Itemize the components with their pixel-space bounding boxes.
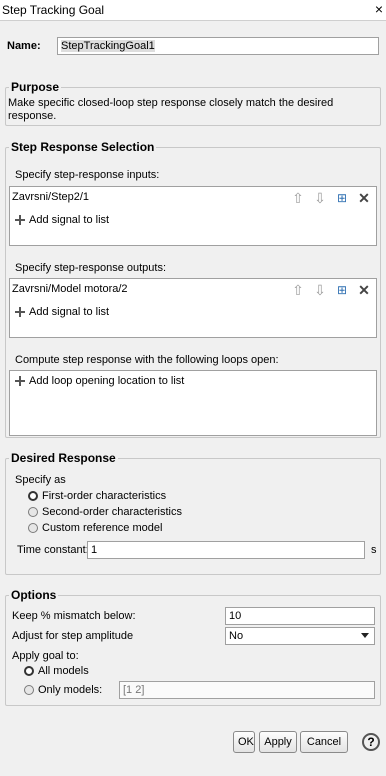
arrow-down-icon[interactable]: ⇩ [312, 282, 328, 298]
desired-response-group: Desired Response Specify as First-order … [5, 451, 381, 575]
arrow-up-icon[interactable]: ⇧ [290, 282, 306, 298]
purpose-text: Make specific closed-loop step response … [8, 97, 334, 122]
mismatch-label: Keep % mismatch below: [12, 610, 136, 622]
arrow-down-icon[interactable]: ⇩ [312, 190, 328, 206]
second-order-label: Second-order characteristics [42, 506, 183, 518]
cancel-button[interactable]: Cancel [300, 731, 348, 753]
list-item[interactable]: Zavrsni/Step2/1 [12, 191, 89, 203]
plus-icon [14, 375, 26, 387]
radio-second-order[interactable]: Second-order characteristics [28, 506, 182, 518]
radio-icon [28, 507, 38, 517]
time-constant-label: Time constant: [17, 544, 89, 556]
window-title: Step Tracking Goal [2, 3, 105, 17]
ok-button[interactable]: OK [233, 731, 255, 753]
inputs-list[interactable]: Zavrsni/Step2/1 ⇧ ⇩ ⊞ ✕ Add signal to li… [9, 186, 377, 246]
add-signal-label: Add signal to list [29, 214, 110, 226]
close-icon[interactable]: × [375, 1, 383, 17]
adjust-amplitude-label: Adjust for step amplitude [12, 630, 134, 642]
name-input[interactable]: StepTrackingGoal1 [57, 37, 379, 55]
purpose-legend: Purpose [11, 80, 60, 94]
add-loop-button[interactable]: Add loop opening location to list [14, 375, 184, 387]
plus-icon [14, 306, 26, 318]
add-signal-button[interactable]: Add signal to list [14, 214, 109, 226]
radio-selected-icon [24, 666, 34, 676]
name-label: Name: [7, 40, 41, 52]
purpose-group: Purpose Make specific closed-loop step r… [5, 80, 381, 126]
radio-first-order[interactable]: First-order characteristics [28, 490, 166, 502]
options-group: Options Keep % mismatch below: 10 Adjust… [5, 588, 381, 706]
all-models-label: All models [38, 665, 89, 677]
radio-all-models[interactable]: All models [24, 665, 89, 677]
arrow-up-icon[interactable]: ⇧ [290, 190, 306, 206]
delete-icon[interactable]: ✕ [356, 190, 372, 206]
step-response-selection-group: Step Response Selection Specify step-res… [5, 140, 381, 438]
outputs-list[interactable]: Zavrsni/Model motora/2 ⇧ ⇩ ⊞ ✕ Add signa… [9, 278, 377, 338]
radio-icon [24, 685, 34, 695]
options-legend: Options [11, 588, 57, 602]
adjust-amplitude-value: No [229, 630, 244, 642]
outputs-label: Specify step-response outputs: [15, 262, 167, 274]
radio-selected-icon [28, 491, 38, 501]
help-icon[interactable]: ? [362, 733, 380, 751]
only-models-input[interactable]: [1 2] [119, 681, 375, 699]
radio-icon [28, 523, 38, 533]
custom-reference-label: Custom reference model [42, 522, 163, 534]
chevron-down-icon [361, 633, 369, 638]
only-models-label: Only models: [38, 684, 103, 696]
apply-goal-label: Apply goal to: [12, 650, 79, 662]
inputs-toolbar: ⇧ ⇩ ⊞ ✕ [290, 190, 372, 206]
select-signal-icon[interactable]: ⊞ [334, 282, 350, 298]
add-signal-label: Add signal to list [29, 306, 110, 318]
add-signal-button[interactable]: Add signal to list [14, 306, 109, 318]
outputs-toolbar: ⇧ ⇩ ⊞ ✕ [290, 282, 372, 298]
specify-as-label: Specify as [15, 474, 66, 486]
desired-response-legend: Desired Response [11, 451, 116, 465]
adjust-amplitude-select[interactable]: No [225, 627, 375, 645]
time-constant-input[interactable]: 1 [87, 541, 365, 559]
name-row: Name: StepTrackingGoal1 [5, 29, 381, 59]
list-item[interactable]: Zavrsni/Model motora/2 [12, 283, 128, 295]
loops-label: Compute step response with the following… [15, 354, 279, 366]
delete-icon[interactable]: ✕ [356, 282, 372, 298]
add-loop-label: Add loop opening location to list [29, 375, 185, 387]
radio-custom-reference[interactable]: Custom reference model [28, 522, 162, 534]
name-value: StepTrackingGoal1 [61, 40, 155, 52]
apply-button[interactable]: Apply [259, 731, 297, 753]
step-response-selection-legend: Step Response Selection [11, 140, 155, 154]
mismatch-input[interactable]: 10 [225, 607, 375, 625]
time-unit-label: s [371, 544, 377, 556]
plus-icon [14, 214, 26, 226]
radio-only-models[interactable]: Only models: [24, 684, 102, 696]
first-order-label: First-order characteristics [42, 490, 167, 502]
select-signal-icon[interactable]: ⊞ [334, 190, 350, 206]
inputs-label: Specify step-response inputs: [15, 169, 160, 181]
loops-list[interactable]: Add loop opening location to list [9, 370, 377, 436]
title-bar: Step Tracking Goal × [0, 0, 386, 21]
